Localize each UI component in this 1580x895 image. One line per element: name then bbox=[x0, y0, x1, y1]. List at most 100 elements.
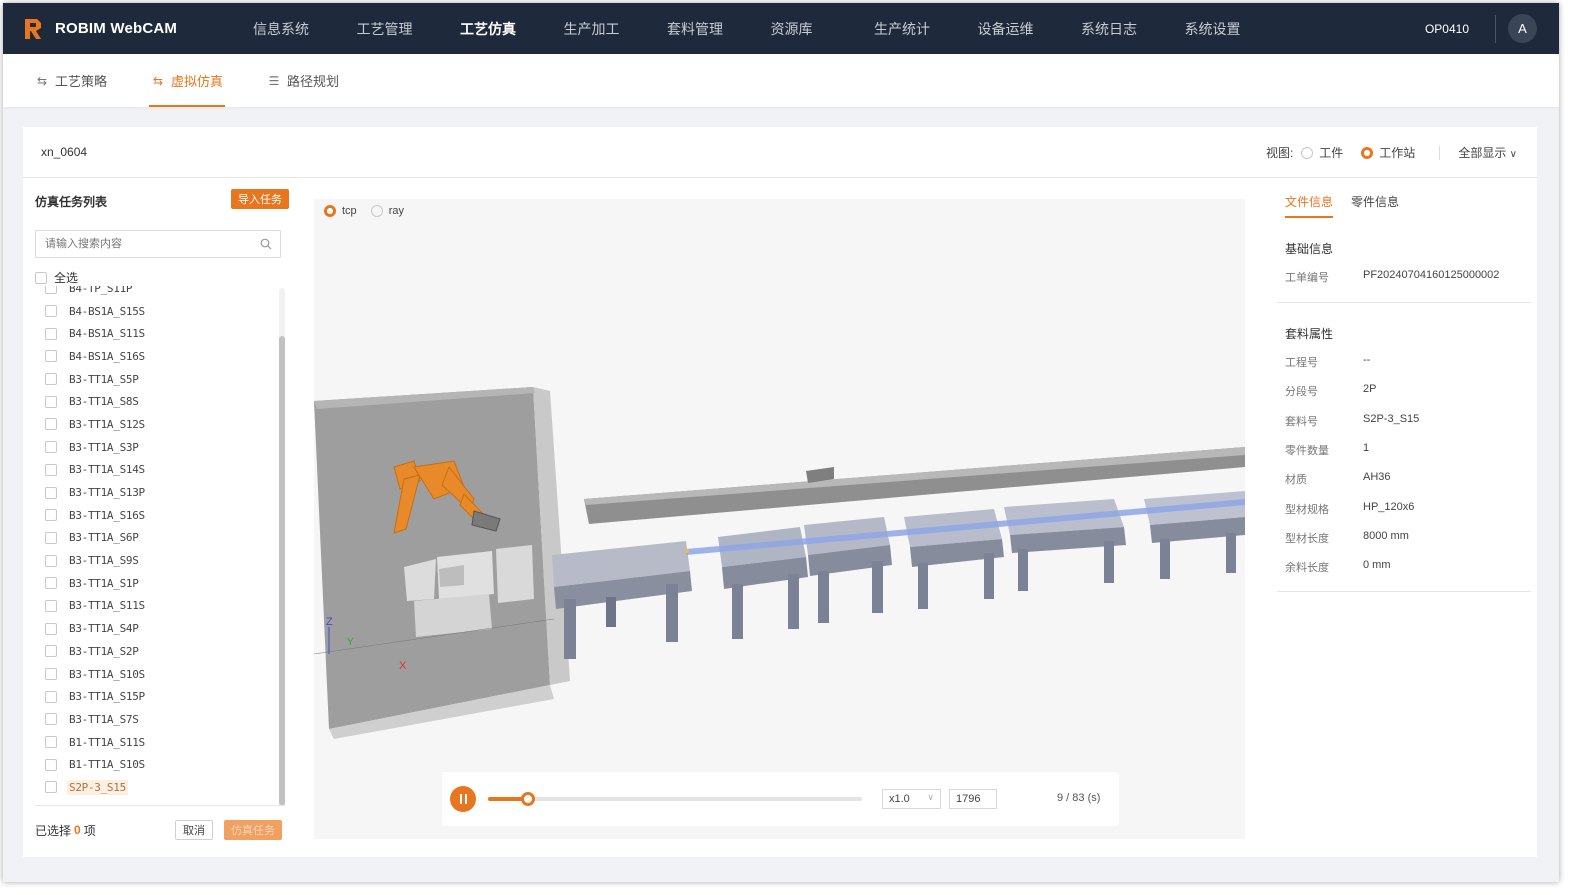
mode-label-tcp[interactable]: tcp bbox=[342, 205, 357, 217]
pause-button[interactable] bbox=[450, 786, 476, 812]
subtab-2[interactable]: ☰ 路径规划 bbox=[265, 54, 341, 107]
task-list-item[interactable]: B3-TT1A_S10S bbox=[35, 663, 271, 686]
task-list-item[interactable]: B4-BS1A_S11S bbox=[35, 322, 271, 345]
task-checkbox[interactable] bbox=[45, 350, 57, 363]
scrollbar-thumb[interactable] bbox=[279, 336, 285, 805]
mode-radio-ray[interactable] bbox=[370, 205, 383, 217]
task-list-item[interactable]: B1-TT1A_S10S bbox=[35, 753, 271, 776]
task-list-item[interactable]: B3-TT1A_S8S bbox=[35, 390, 271, 413]
progress-thumb[interactable] bbox=[521, 792, 536, 806]
task-list-item[interactable]: B3-TT1A_S3P bbox=[35, 436, 271, 459]
task-list-item[interactable]: B3-TT1A_S9S bbox=[35, 549, 271, 572]
task-list-item[interactable]: B3-TT1A_S15P bbox=[35, 685, 271, 708]
task-checkbox[interactable] bbox=[45, 599, 57, 612]
nav-item-7[interactable]: 设备运维 bbox=[978, 19, 1082, 39]
simulate-task-button[interactable]: 仿真任务 bbox=[224, 820, 282, 840]
tab-part-info[interactable]: 零件信息 bbox=[1351, 193, 1399, 218]
task-checkbox[interactable] bbox=[45, 554, 57, 567]
task-checkbox[interactable] bbox=[45, 327, 57, 340]
kv-key: 工单编号 bbox=[1285, 272, 1329, 284]
view-option-workstation[interactable]: 工作站 bbox=[1379, 144, 1415, 161]
task-list-item[interactable]: B4-TP_S11P bbox=[35, 286, 271, 300]
task-label: B3-TT1A_S11S bbox=[69, 599, 145, 613]
nav-item-9[interactable]: 系统设置 bbox=[1185, 19, 1289, 39]
nav-item-2[interactable]: 工艺仿真 bbox=[460, 19, 564, 39]
task-list-item[interactable]: B3-TT1A_S2P bbox=[35, 640, 271, 663]
task-checkbox[interactable] bbox=[45, 668, 57, 681]
task-checkbox[interactable] bbox=[45, 645, 57, 658]
task-list-item[interactable]: B3-TT1A_S16S bbox=[35, 504, 271, 527]
task-list-item[interactable]: B3-TT1A_S7S bbox=[35, 708, 271, 731]
task-list-item[interactable]: B3-TT1A_S13P bbox=[35, 481, 271, 504]
task-checkbox[interactable] bbox=[45, 758, 57, 771]
task-list-item[interactable]: B3-TT1A_S11S bbox=[35, 595, 271, 618]
task-label: B1-TT1A_S11S bbox=[69, 735, 145, 749]
task-checkbox[interactable] bbox=[45, 373, 57, 386]
mode-radio-tcp[interactable] bbox=[324, 205, 336, 217]
frame-input[interactable]: 1796 bbox=[949, 789, 997, 809]
task-label: B4-BS1A_S11S bbox=[69, 327, 145, 341]
kv-value: HP_120x6 bbox=[1363, 500, 1415, 513]
tab-file-info[interactable]: 文件信息 bbox=[1285, 193, 1334, 218]
cancel-button[interactable]: 取消 bbox=[175, 820, 213, 840]
subtab-0[interactable]: ⇆ 工艺策略 bbox=[33, 54, 109, 107]
task-list-item[interactable]: B1-TT1A_S11S bbox=[35, 731, 271, 754]
view-option-workpiece[interactable]: 工件 bbox=[1319, 144, 1343, 161]
task-search-input[interactable] bbox=[36, 231, 260, 257]
task-checkbox[interactable] bbox=[45, 690, 57, 703]
subtab-1[interactable]: ⇆ 虚拟仿真 bbox=[149, 54, 226, 107]
task-label: B4-TP_S11P bbox=[69, 286, 133, 295]
task-list-item[interactable]: B3-TT1A_S5P bbox=[35, 368, 271, 391]
task-checkbox[interactable] bbox=[45, 781, 57, 794]
task-label: B3-TT1A_S10S bbox=[69, 667, 145, 681]
task-label: B4-BS1A_S15S bbox=[69, 304, 145, 318]
task-list-item[interactable]: B3-TT1A_S12S bbox=[35, 413, 271, 436]
import-task-button[interactable]: 导入任务 bbox=[231, 189, 289, 209]
task-panel-footer: 已选择 0 项 取消 仿真任务 bbox=[35, 818, 285, 842]
task-list-scrollbar[interactable] bbox=[279, 288, 285, 805]
mode-label-ray[interactable]: ray bbox=[389, 205, 404, 217]
select-all-checkbox[interactable] bbox=[35, 271, 47, 284]
nav-item-6[interactable]: 生产统计 bbox=[874, 19, 978, 39]
kv-row: 分段号 2P bbox=[1285, 383, 1525, 399]
task-checkbox[interactable] bbox=[45, 531, 57, 544]
task-checkbox[interactable] bbox=[45, 577, 57, 590]
select-all[interactable]: 全选 bbox=[35, 269, 78, 286]
task-checkbox[interactable] bbox=[45, 622, 57, 635]
task-checkbox[interactable] bbox=[45, 395, 57, 408]
task-list-item[interactable]: S2P-3_S15 bbox=[35, 776, 271, 799]
nav-item-5[interactable]: 资源库 bbox=[771, 19, 875, 39]
search-icon[interactable] bbox=[260, 238, 272, 250]
task-list-item[interactable]: B3-TT1A_S14S bbox=[35, 459, 271, 482]
scene-render: Z Y X bbox=[314, 387, 1245, 739]
nav-item-1[interactable]: 工艺管理 bbox=[357, 19, 461, 39]
view-radio-workpiece[interactable] bbox=[1301, 146, 1314, 159]
speed-select[interactable]: x1.0 ∨ bbox=[882, 789, 941, 809]
task-list-item[interactable]: B3-TT1A_S1P bbox=[35, 572, 271, 595]
nav-item-4[interactable]: 套料管理 bbox=[667, 19, 771, 39]
task-checkbox[interactable] bbox=[45, 736, 57, 749]
progress-slider[interactable] bbox=[488, 792, 862, 806]
task-list-item[interactable]: B4-BS1A_S15S bbox=[35, 300, 271, 323]
avatar[interactable]: A bbox=[1508, 14, 1537, 43]
display-dropdown[interactable]: 全部显示 ∨ bbox=[1458, 144, 1517, 161]
kv-work-order: 工单编号 PF20240704160125000002 bbox=[1285, 269, 1525, 285]
view-radio-workstation[interactable] bbox=[1361, 146, 1374, 159]
user-code: OP0410 bbox=[1424, 21, 1469, 36]
task-checkbox[interactable] bbox=[45, 509, 57, 522]
nav-item-3[interactable]: 生产加工 bbox=[564, 19, 668, 39]
nav-item-0[interactable]: 信息系统 bbox=[253, 19, 357, 39]
task-checkbox[interactable] bbox=[45, 486, 57, 499]
task-list-item[interactable]: B3-TT1A_S6P bbox=[35, 527, 271, 550]
task-checkbox[interactable] bbox=[45, 418, 57, 431]
task-checkbox[interactable] bbox=[45, 305, 57, 318]
task-checkbox[interactable] bbox=[45, 713, 57, 726]
task-checkbox[interactable] bbox=[45, 286, 57, 295]
gantry-beam-top bbox=[584, 447, 1245, 505]
3d-viewport[interactable]: tcp ray Z Y X x1.0 ∨ 1796 9 / 83 (s) bbox=[314, 199, 1245, 839]
task-checkbox[interactable] bbox=[45, 441, 57, 454]
task-list-item[interactable]: B4-BS1A_S16S bbox=[35, 345, 271, 368]
nav-item-8[interactable]: 系统日志 bbox=[1081, 19, 1185, 39]
task-list-item[interactable]: B3-TT1A_S4P bbox=[35, 617, 271, 640]
task-checkbox[interactable] bbox=[45, 463, 57, 476]
